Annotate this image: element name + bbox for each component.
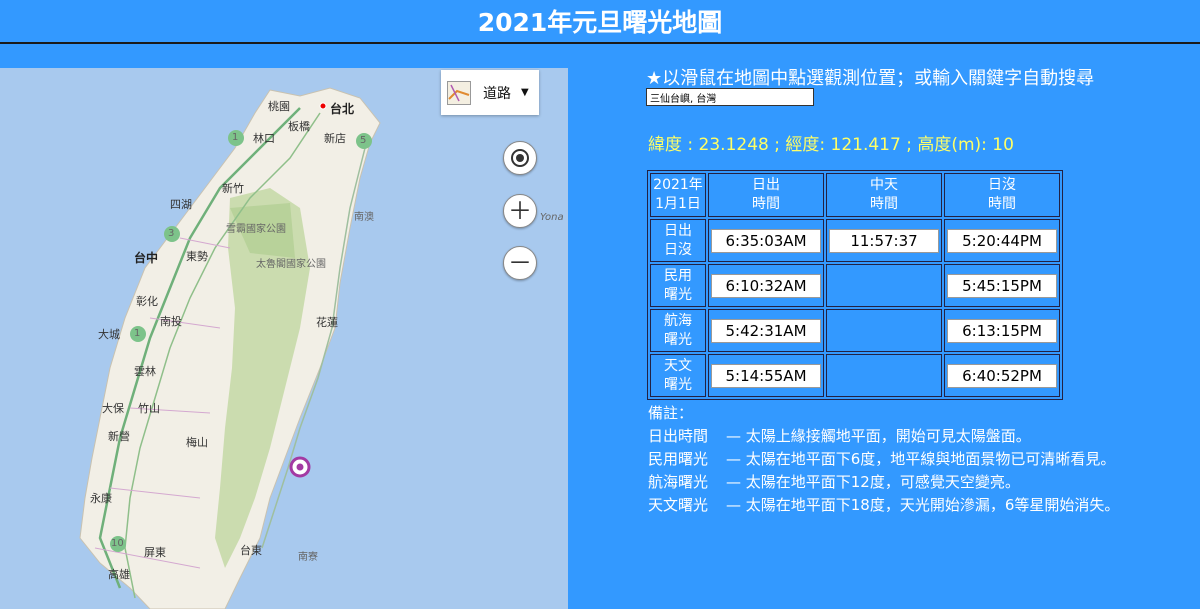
- column-header-noon: 中天 時間: [826, 173, 942, 217]
- map-label-pingtung: 屏東: [144, 546, 166, 559]
- noon-time-value: 11:57:37: [829, 228, 939, 253]
- page-title: 2021年元旦曙光地圖: [477, 8, 723, 37]
- map-label-taipei: 台北: [330, 102, 355, 116]
- taipei-marker: [319, 102, 327, 110]
- map-label-taroko: 太魯閣國家公園: [256, 259, 326, 270]
- column-header-sunset: 日沒 時間: [944, 173, 1060, 217]
- map-view[interactable]: 1 5 3 1 10 台北 桃園 板橋 林口 新店 新竹 四湖 雪霸國家公園 南…: [0, 68, 568, 609]
- route-label-5: 5: [360, 135, 367, 146]
- observation-marker-dot: [296, 463, 304, 471]
- map-label-linkou: 林口: [253, 132, 275, 145]
- chevron-down-icon: ▼: [521, 87, 529, 98]
- map-label-nanao: 南澳: [354, 212, 374, 223]
- empty-cell: [826, 309, 942, 352]
- locate-me-button[interactable]: [503, 141, 537, 175]
- map-label-kaohsiung: 高雄: [108, 568, 130, 581]
- nautical-dawn-value: 5:42:31AM: [711, 318, 821, 343]
- nautical-dusk-value: 6:13:15PM: [947, 318, 1057, 343]
- map-label-chiayi: 大保: [102, 402, 124, 415]
- road-map-thumbnail-icon: [447, 80, 471, 105]
- page-header: 2021年元旦曙光地圖: [0, 0, 1200, 44]
- empty-cell: [826, 354, 942, 397]
- zoom-out-button[interactable]: －: [503, 246, 537, 280]
- map-label-hualien: 花蓮: [316, 316, 338, 329]
- astronomical-dusk-value: 6:40:52PM: [947, 363, 1057, 388]
- map-label-yongkang: 永康: [90, 492, 112, 505]
- map-label-yonaguni: Yona: [540, 212, 564, 223]
- map-style-label: 道路: [483, 85, 511, 102]
- table-row-civil-twilight: 民用 曙光 6:10:32AM 5:45:15PM: [650, 264, 1060, 307]
- route-label-1: 1: [232, 132, 239, 143]
- map-label-dacheng: 大城: [98, 328, 120, 341]
- note-term: 日出時間: [648, 427, 709, 445]
- map-label-xuebashan: 雪霸國家公園: [226, 224, 286, 235]
- note-desc: — 太陽在地平面下18度，天光開始滲漏，6等星開始消失。: [726, 496, 1120, 514]
- table-row-astronomical-twilight: 天文 曙光 5:14:55AM 6:40:52PM: [650, 354, 1060, 397]
- map-label-xinying: 新營: [108, 430, 130, 443]
- row-header: 民用 曙光: [650, 264, 706, 307]
- zoom-in-button[interactable]: ＋: [503, 194, 537, 228]
- map-label-nantou: 南投: [160, 315, 182, 328]
- map-label-xindian: 新店: [324, 132, 346, 145]
- notes-section: 備註： 日出時間 — 太陽上緣接觸地平面，開始可見太陽盤面。 民用曙光 — 太陽在地…: [648, 402, 1119, 517]
- table-row-sunrise-sunset: 日出 日沒 6:35:03AM 11:57:37 5:20:44PM: [650, 219, 1060, 262]
- sunrise-time-value: 6:35:03AM: [711, 228, 821, 253]
- table-header-row: 2021年 1月1日 日出 時間 中天 時間 日沒 時間: [650, 173, 1060, 217]
- table-corner-date: 2021年 1月1日: [650, 173, 706, 217]
- note-term: 航海曙光: [648, 473, 709, 491]
- notes-title: 備註：: [648, 404, 694, 422]
- map-label-taoyuan: 桃園: [268, 100, 290, 113]
- row-header: 航海 曙光: [650, 309, 706, 352]
- map-canvas[interactable]: [0, 68, 568, 609]
- map-label-banqiao: 板橋: [288, 120, 310, 133]
- note-desc: — 太陽在地平面下12度，可感覺天空變亮。: [726, 473, 1020, 491]
- coordinates-readout: 緯度 : 23.1248 ; 經度: 121.417 ; 高度(m): 10: [648, 135, 1014, 155]
- minus-icon: －: [508, 249, 532, 277]
- map-style-dropdown[interactable]: 道路 ▼: [441, 70, 539, 115]
- instruction-text: ★以滑鼠在地圖中點選觀測位置；或輸入關鍵字自動搜尋: [646, 68, 1095, 89]
- note-desc: — 太陽在地平面下6度，地平線與地面景物已可清晰看見。: [726, 450, 1116, 468]
- map-label-taichung: 台中: [134, 251, 159, 265]
- civil-dusk-value: 5:45:15PM: [947, 273, 1057, 298]
- map-label-dongshi: 東勢: [186, 250, 208, 263]
- empty-cell: [826, 264, 942, 307]
- map-label-changhua: 彰化: [136, 295, 158, 308]
- note-item: 航海曙光 — 太陽在地平面下12度，可感覺天空變亮。: [648, 471, 1119, 494]
- locate-icon: [511, 149, 529, 167]
- map-label-hsinchu: 新竹: [222, 182, 244, 195]
- location-search-input[interactable]: [646, 88, 814, 106]
- column-header-sunrise: 日出 時間: [708, 173, 824, 217]
- map-label-shiba: 四湖: [170, 198, 192, 211]
- note-item: 日出時間 — 太陽上緣接觸地平面，開始可見太陽盤面。: [648, 425, 1119, 448]
- row-header: 天文 曙光: [650, 354, 706, 397]
- note-desc: — 太陽上緣接觸地平面，開始可見太陽盤面。: [726, 427, 1031, 445]
- astronomical-dawn-value: 5:14:55AM: [711, 363, 821, 388]
- route-label-1b: 1: [134, 328, 141, 339]
- map-label-meishan: 梅山: [186, 436, 208, 449]
- note-term: 天文曙光: [648, 496, 709, 514]
- note-item: 天文曙光 — 太陽在地平面下18度，天光開始滲漏，6等星開始消失。: [648, 494, 1119, 517]
- note-item: 民用曙光 — 太陽在地平面下6度，地平線與地面景物已可清晰看見。: [648, 448, 1119, 471]
- info-panel: ★以滑鼠在地圖中點選觀測位置；或輸入關鍵字自動搜尋 緯度 : 23.1248 ;…: [568, 60, 1200, 609]
- note-term: 民用曙光: [648, 450, 709, 468]
- map-label-douliu: 雲林: [134, 365, 156, 378]
- sun-times-table: 2021年 1月1日 日出 時間 中天 時間 日沒 時間 日出 日沒 6:35:03AM …: [647, 170, 1063, 400]
- plus-icon: ＋: [508, 197, 532, 225]
- row-header: 日出 日沒: [650, 219, 706, 262]
- map-label-taitung: 台東: [240, 544, 262, 557]
- sunset-time-value: 5:20:44PM: [947, 228, 1057, 253]
- route-label-10: 10: [111, 538, 124, 549]
- map-label-lanyu: 南寮: [298, 552, 318, 563]
- map-label-zhushan: 竹山: [138, 402, 160, 415]
- table-row-nautical-twilight: 航海 曙光 5:42:31AM 6:13:15PM: [650, 309, 1060, 352]
- route-label-3: 3: [168, 228, 175, 239]
- civil-dawn-value: 6:10:32AM: [711, 273, 821, 298]
